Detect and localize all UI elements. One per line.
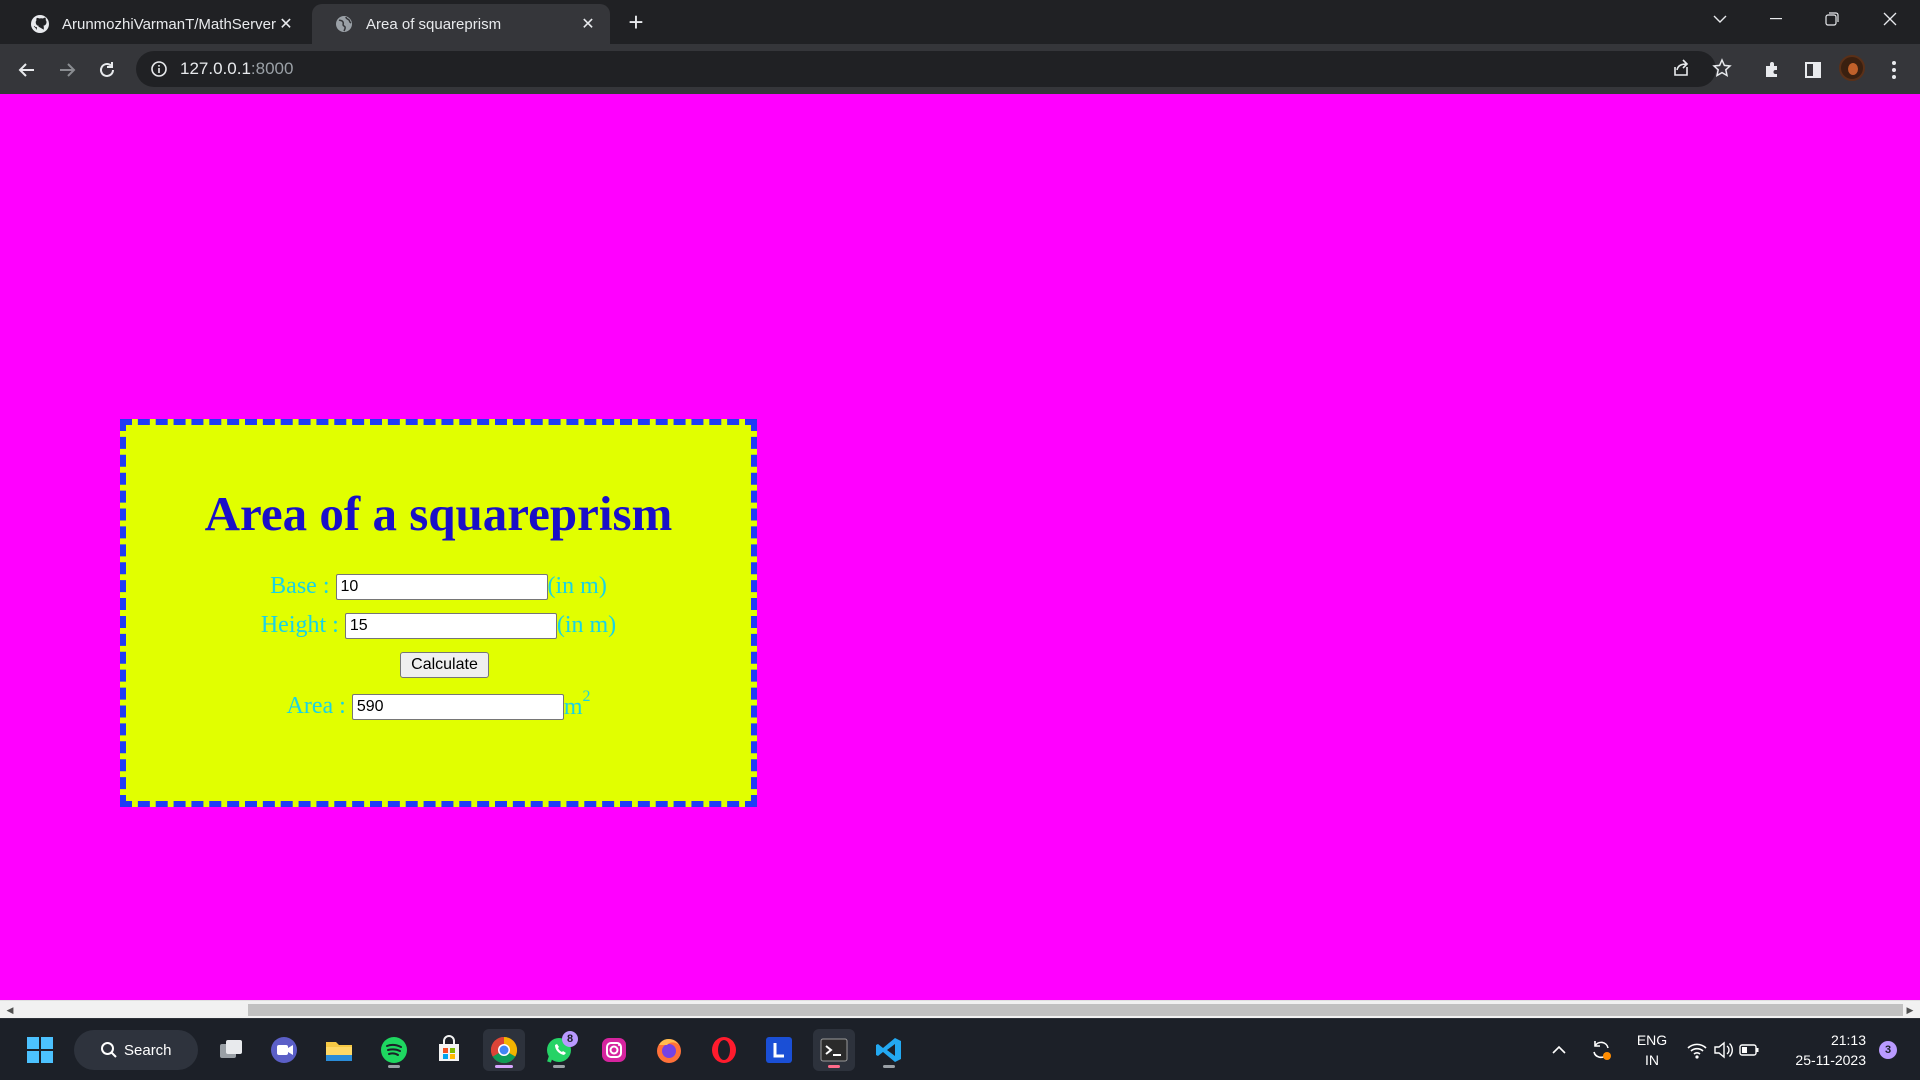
scroll-left-arrow-icon[interactable]: ◀ [4,1004,16,1016]
area-unit-base: m [563,694,583,720]
share-icon[interactable] [1665,52,1697,84]
minimize-button[interactable] [1748,0,1804,38]
site-info-icon[interactable] [150,60,168,78]
vscode-icon[interactable] [868,1029,910,1071]
back-button[interactable] [11,54,43,86]
url-port: :8000 [250,59,294,78]
task-view-icon[interactable] [210,1029,252,1071]
teams-chat-icon[interactable] [263,1029,305,1071]
globe-icon [336,16,352,32]
browser-toolbar: 127.0.0.1:8000 [0,44,1920,94]
volume-icon [1714,1041,1733,1059]
tab-close-icon[interactable]: ✕ [276,14,296,34]
firefox-icon[interactable] [648,1029,690,1071]
reload-icon [100,62,114,77]
scrollbar-thumb[interactable] [248,1004,1903,1016]
show-hidden-icons-chevron-icon[interactable] [1541,1029,1577,1071]
url-host: 127.0.0.1 [180,59,251,78]
search-icon [101,1042,117,1058]
wifi-icon [1687,1043,1707,1059]
start-button[interactable] [19,1029,61,1071]
l-app-icon[interactable] [758,1029,800,1071]
clock-date: 25-11-2023 [1795,1052,1866,1068]
base-input[interactable] [335,573,548,600]
clock-time: 21:13 [1830,1032,1866,1048]
running-indicator [883,1065,895,1068]
calculate-button[interactable]: Calculate [400,652,489,678]
taskbar: Search 8 ENG IN 21:13 25-11-2023 3 [0,1018,1920,1080]
terminal-icon[interactable] [813,1029,855,1071]
address-bar[interactable]: 127.0.0.1:8000 [136,51,1716,87]
back-arrow-icon [18,63,34,77]
start-icon [27,1037,53,1063]
language-indicator[interactable]: ENG IN [1628,1030,1676,1070]
running-indicator [553,1065,565,1068]
base-label: Base : [270,573,330,599]
chrome-icon[interactable] [483,1029,525,1071]
forward-arrow-icon [60,63,76,77]
area-unit-exponent: 2 [582,688,591,705]
calculator-card: Area of a squareprism Base : (in m) Heig… [120,419,757,807]
running-indicator [828,1065,840,1068]
area-row: Area : m2 [126,688,751,721]
height-label: Height : [260,612,339,638]
github-icon [31,15,49,33]
notification-center[interactable]: 3 [1872,1029,1904,1071]
whatsapp-icon[interactable]: 8 [538,1029,580,1071]
running-indicator [495,1065,513,1068]
tab-title: Area of squareprism [366,15,502,33]
file-explorer-icon[interactable] [318,1029,360,1071]
bookmark-star-icon[interactable] [1706,52,1738,84]
tab-strip: ArunmozhiVarmanT/MathServer ✕ Area of sq… [0,0,1920,44]
area-output[interactable] [351,693,564,720]
extensions-icon[interactable] [1756,54,1788,86]
microsoft-store-icon[interactable] [428,1029,470,1071]
clock[interactable]: 21:13 25-11-2023 [1776,1030,1866,1070]
notification-count-badge: 3 [1879,1041,1897,1059]
scroll-right-arrow-icon[interactable]: ▶ [1904,1004,1916,1016]
taskbar-search[interactable]: Search [74,1030,198,1070]
close-window-button[interactable] [1862,0,1918,38]
height-row: Height : (in m) [126,612,751,639]
side-panel-icon[interactable] [1797,54,1829,86]
browser-menu-icon[interactable] [1878,54,1910,86]
opera-icon[interactable] [703,1029,745,1071]
profile-avatar[interactable] [1839,55,1865,81]
new-tab-button[interactable]: + [622,7,650,37]
tab-close-icon[interactable]: ✕ [578,14,598,34]
height-input[interactable] [344,612,557,639]
page-viewport: Area of a squareprism Base : (in m) Heig… [0,94,1920,1000]
reload-button[interactable] [91,54,123,86]
height-unit: (in m) [556,612,617,638]
base-row: Base : (in m) [126,573,751,600]
running-indicator [388,1065,400,1068]
tab-area-of-squareprism[interactable]: Area of squareprism ✕ [312,4,610,44]
battery-icon [1739,1044,1759,1056]
horizontal-scrollbar[interactable]: ◀ ▶ [0,1000,1920,1018]
quick-settings[interactable] [1680,1029,1766,1071]
forward-button[interactable] [51,54,83,86]
tab-title: ArunmozhiVarmanT/MathServer [62,15,276,33]
spotify-icon[interactable] [373,1029,415,1071]
area-unit: m2 [563,688,591,721]
tab-search-chevron-icon[interactable] [1692,0,1748,38]
whatsapp-badge: 8 [562,1031,578,1047]
sync-icon[interactable] [1582,1029,1620,1071]
search-label: Search [124,1041,172,1059]
language-region: IN [1645,1052,1659,1068]
base-unit: (in m) [547,573,607,599]
instagram-icon[interactable] [593,1029,635,1071]
restore-button[interactable] [1804,0,1860,38]
language-code: ENG [1636,1032,1668,1048]
tab-github[interactable]: ArunmozhiVarmanT/MathServer ✕ [8,4,308,44]
page-heading: Area of a squareprism [204,486,673,541]
area-label: Area : [286,693,346,719]
